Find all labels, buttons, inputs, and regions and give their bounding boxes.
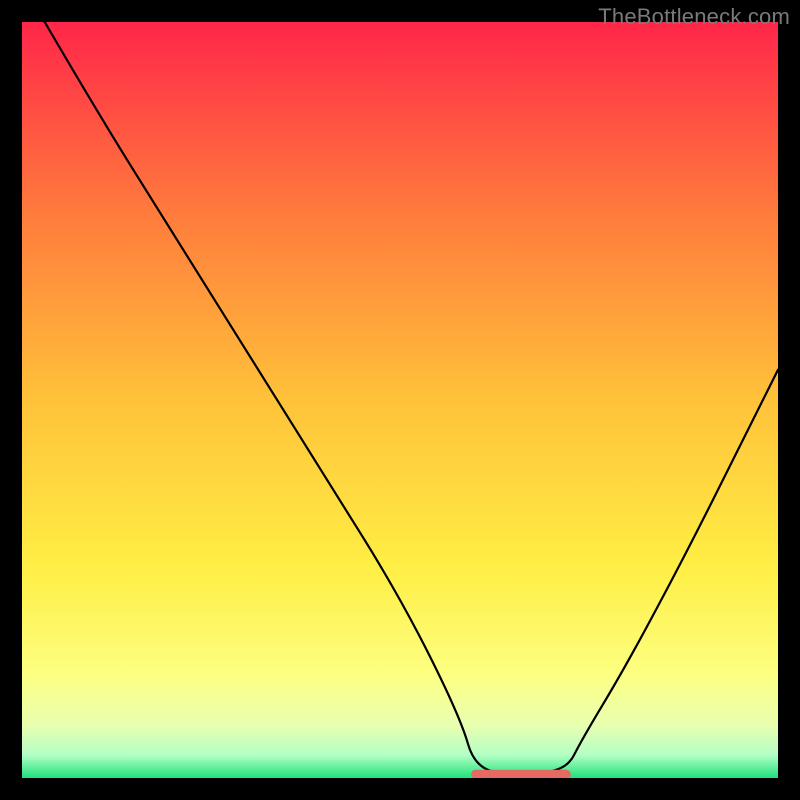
chart-svg xyxy=(22,22,778,778)
watermark-text: TheBottleneck.com xyxy=(598,4,790,30)
plot-area xyxy=(22,22,778,778)
gradient-background xyxy=(22,22,778,778)
chart-container: TheBottleneck.com xyxy=(0,0,800,800)
